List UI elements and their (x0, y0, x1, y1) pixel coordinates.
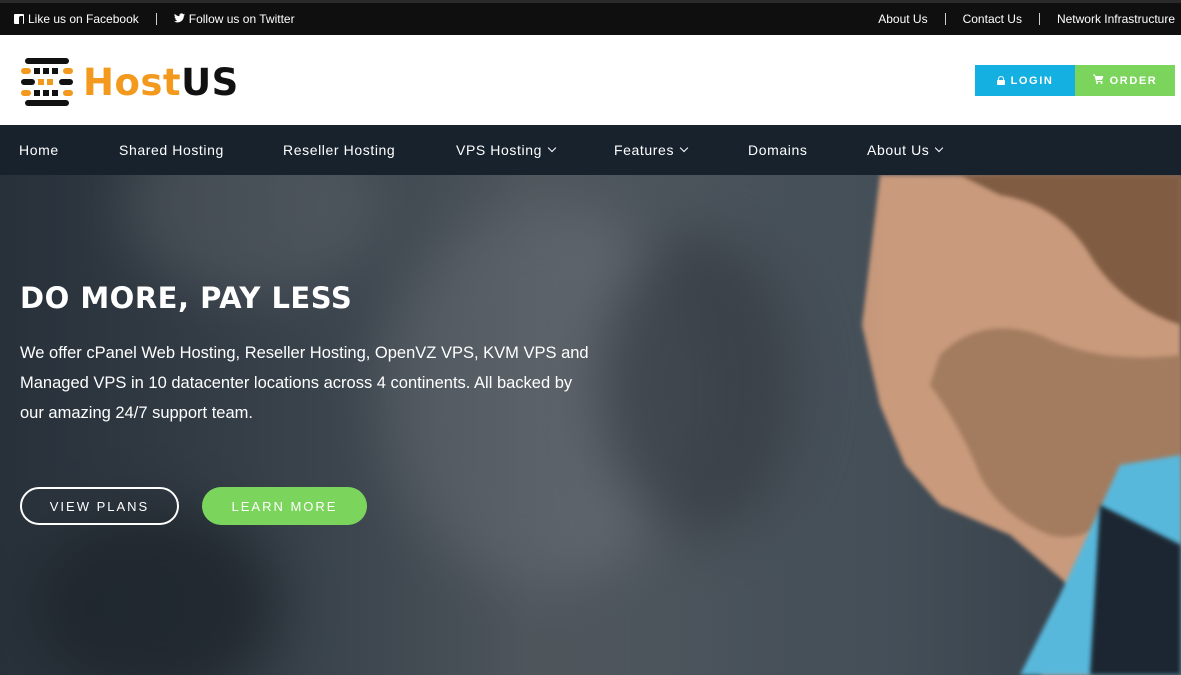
divider (944, 13, 946, 25)
nav-item-label: Features (614, 142, 675, 158)
header-actions: LOGIN ORDER (975, 65, 1175, 96)
nav-item-features[interactable]: Features (614, 125, 689, 175)
logo-host: Host (83, 60, 182, 104)
nav-item-label: Reseller Hosting (283, 142, 396, 158)
facebook-icon (14, 14, 24, 24)
order-button-label: ORDER (1109, 74, 1158, 87)
lock-icon (996, 76, 1005, 85)
nav-item-shared-hosting[interactable]: Shared Hosting (119, 125, 224, 175)
top-links: About Us Contact Us Network Infrastructu… (878, 12, 1175, 26)
twitter-icon (173, 12, 185, 26)
nav-item-label: Shared Hosting (119, 142, 224, 158)
order-button[interactable]: ORDER (1075, 65, 1175, 96)
cart-icon (1092, 74, 1104, 87)
logo-icon (19, 57, 75, 107)
chevron-down-icon (935, 143, 944, 153)
logo-us: US (181, 60, 239, 104)
nav-item-label: Home (19, 142, 59, 158)
nav-item-label: About Us (867, 142, 930, 158)
top-link-network-infrastructure[interactable]: Network Infrastructure (1057, 12, 1175, 26)
facebook-link-label: Like us on Facebook (28, 12, 139, 26)
twitter-link-label: Follow us on Twitter (188, 12, 295, 26)
logo-wordmark: HostUS (83, 64, 239, 101)
top-link-about-us[interactable]: About Us (878, 12, 927, 26)
login-button-label: LOGIN (1010, 74, 1054, 87)
hero-section: DO MORE, PAY LESS We offer cPanel Web Ho… (0, 175, 1181, 675)
nav-item-label: VPS Hosting (456, 142, 542, 158)
nav-item-vps-hosting[interactable]: VPS Hosting (456, 125, 557, 175)
top-bar: Like us on Facebook Follow us on Twitter… (0, 0, 1181, 35)
learn-more-button[interactable]: LEARN MORE (202, 487, 367, 525)
login-button[interactable]: LOGIN (975, 65, 1075, 96)
hero-description: We offer cPanel Web Hosting, Reseller Ho… (20, 344, 589, 422)
nav-item-domains[interactable]: Domains (748, 125, 807, 175)
facebook-link[interactable]: Like us on Facebook (14, 12, 139, 26)
logo[interactable]: HostUS (19, 57, 239, 107)
divider (155, 13, 157, 25)
divider (1038, 13, 1040, 25)
social-links: Like us on Facebook Follow us on Twitter (14, 12, 295, 26)
chevron-down-icon (679, 143, 689, 153)
nav-item-home[interactable]: Home (19, 125, 59, 175)
nav-item-about-us[interactable]: About Us (867, 125, 944, 175)
main-nav: Home Shared Hosting Reseller Hosting VPS… (0, 125, 1181, 175)
site-header: HostUS LOGIN ORDER (0, 35, 1181, 125)
hero-title: DO MORE, PAY LESS (20, 281, 353, 315)
chevron-down-icon (547, 143, 557, 153)
nav-item-reseller-hosting[interactable]: Reseller Hosting (283, 125, 395, 175)
top-link-contact-us[interactable]: Contact Us (963, 12, 1022, 26)
twitter-link[interactable]: Follow us on Twitter (173, 12, 295, 26)
nav-item-label: Domains (748, 142, 808, 158)
view-plans-button[interactable]: VIEW PLANS (20, 487, 179, 525)
